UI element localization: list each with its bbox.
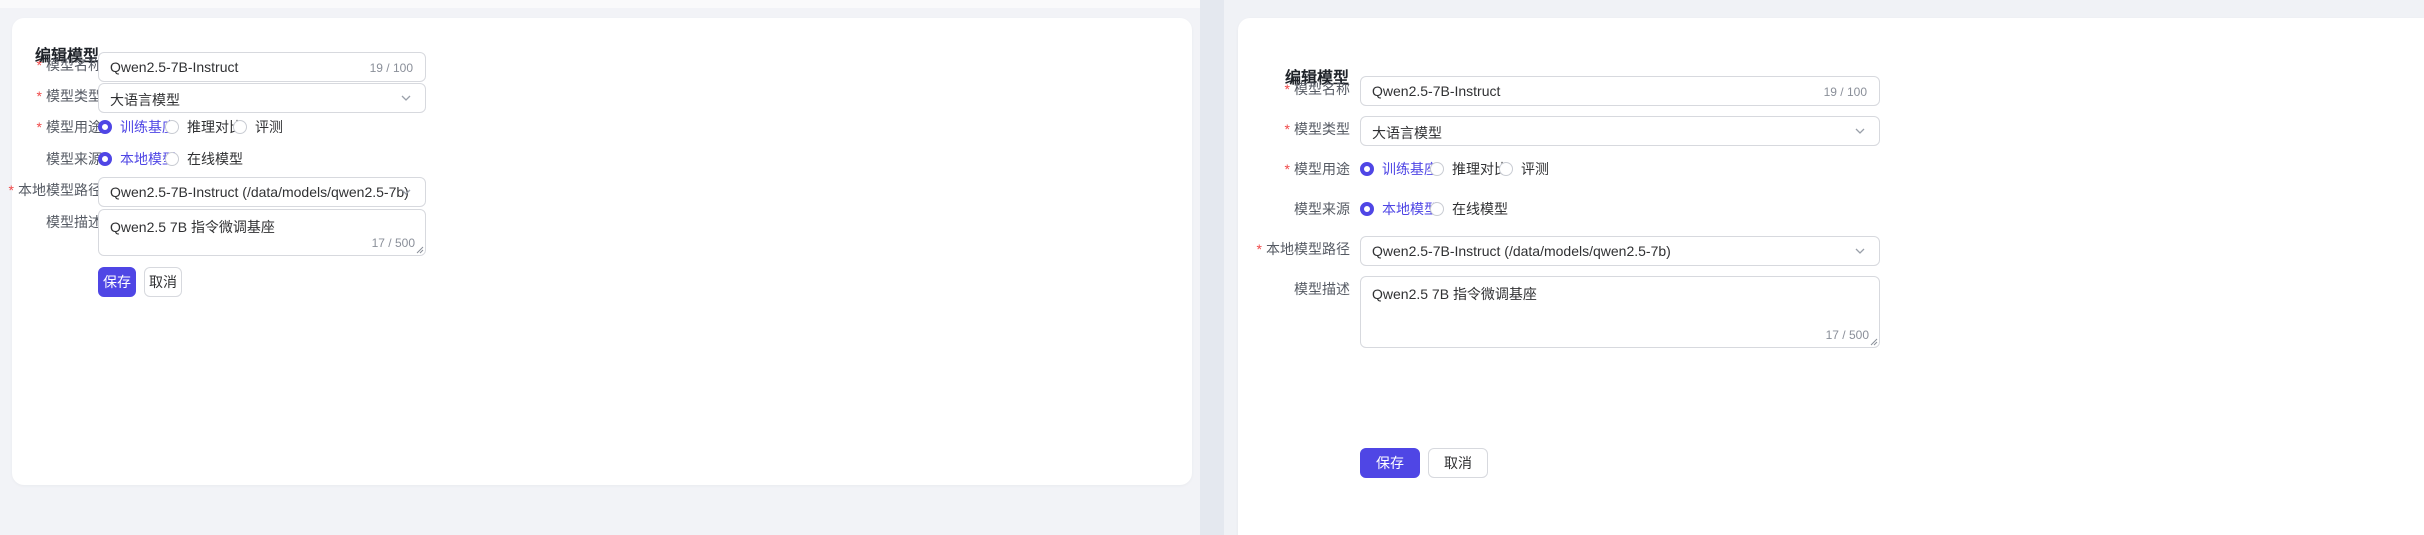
model-name-value: Qwen2.5-7B-Instruct: [110, 59, 239, 75]
model-type-label-text: 模型类型: [1294, 121, 1350, 137]
model-purpose-label: * 模型用途: [1224, 159, 1350, 179]
required-mark: *: [8, 182, 14, 198]
required-mark: *: [36, 88, 42, 104]
chevron-down-icon: [1855, 128, 1865, 134]
cancel-button[interactable]: 取消: [1428, 448, 1488, 478]
model-source-label: 模型来源: [0, 149, 102, 169]
purpose-radio-inference[interactable]: 推理对比: [1430, 159, 1508, 179]
radio-dot-checked: [98, 152, 112, 166]
model-path-label-text: 本地模型路径: [18, 182, 102, 198]
model-path-select[interactable]: Qwen2.5-7B-Instruct (/data/models/qwen2.…: [1360, 236, 1880, 266]
radio-dot-checked: [98, 120, 112, 134]
model-type-value: 大语言模型: [1372, 125, 1442, 141]
purpose-radio-eval[interactable]: 评测: [233, 117, 283, 137]
edit-model-card: 编辑模型 * 模型名称 Qwen2.5-7B-Instruct 19 / 100 …: [9, 18, 1192, 485]
model-desc-value: Qwen2.5 7B 指令微调基座: [110, 219, 275, 235]
radio-dot-checked: [1360, 162, 1374, 176]
model-source-label-text: 模型来源: [46, 151, 102, 167]
radio-dot: [165, 120, 179, 134]
model-name-input[interactable]: Qwen2.5-7B-Instruct 19 / 100: [98, 52, 426, 82]
model-desc-label: 模型描述: [1224, 279, 1350, 299]
required-mark: *: [1284, 121, 1290, 137]
purpose-radio-inference[interactable]: 推理对比: [165, 117, 243, 137]
required-mark: *: [1256, 241, 1262, 257]
purpose-radio-eval[interactable]: 评测: [1499, 159, 1549, 179]
model-name-label: * 模型名称: [0, 55, 102, 75]
model-path-select[interactable]: Qwen2.5-7B-Instruct (/data/models/qwen2.…: [98, 177, 426, 207]
save-button[interactable]: 保存: [98, 267, 136, 297]
source-radio-online[interactable]: 在线模型: [165, 149, 243, 169]
model-desc-label-text: 模型描述: [1294, 281, 1350, 297]
radio-dot: [165, 152, 179, 166]
model-type-select[interactable]: 大语言模型: [98, 83, 426, 113]
radio-dot-checked: [1360, 202, 1374, 216]
model-type-value: 大语言模型: [110, 92, 180, 108]
required-mark: *: [36, 119, 42, 135]
model-name-label-text: 模型名称: [46, 57, 102, 73]
model-name-label-text: 模型名称: [1294, 81, 1350, 97]
model-path-label: * 本地模型路径: [1224, 239, 1350, 259]
model-desc-label-text: 模型描述: [46, 214, 102, 230]
model-purpose-label-text: 模型用途: [1294, 161, 1350, 177]
radio-dot: [1430, 162, 1444, 176]
model-path-value: Qwen2.5-7B-Instruct (/data/models/qwen2.…: [110, 184, 409, 200]
model-name-label: * 模型名称: [1224, 79, 1350, 99]
model-desc-value: Qwen2.5 7B 指令微调基座: [1372, 286, 1537, 302]
model-type-label: * 模型类型: [1224, 119, 1350, 139]
radio-dot: [1430, 202, 1444, 216]
source-radio-online[interactable]: 在线模型: [1430, 199, 1508, 219]
model-source-label: 模型来源: [1224, 199, 1350, 219]
model-path-value: Qwen2.5-7B-Instruct (/data/models/qwen2.…: [1372, 243, 1671, 259]
resize-grip-icon[interactable]: [1870, 338, 1878, 346]
source-option-label: 在线模型: [1452, 201, 1508, 217]
chevron-down-icon: [401, 189, 411, 195]
model-desc-label: 模型描述: [0, 212, 102, 232]
save-button[interactable]: 保存: [1360, 448, 1420, 478]
model-name-input[interactable]: Qwen2.5-7B-Instruct 19 / 100: [1360, 76, 1880, 106]
model-type-label: * 模型类型: [0, 86, 102, 106]
source-radio-local[interactable]: 本地模型: [1360, 199, 1438, 219]
purpose-option-label: 评测: [1521, 161, 1549, 177]
edit-model-card: 编辑模型 * 模型名称 Qwen2.5-7B-Instruct 19 / 100 …: [1238, 18, 2424, 535]
required-mark: *: [36, 57, 42, 73]
model-path-label: * 本地模型路径: [0, 180, 102, 200]
model-desc-count: 17 / 500: [1825, 328, 1869, 342]
model-name-count: 19 / 100: [1823, 85, 1867, 99]
right-panel: 编辑模型 * 模型名称 Qwen2.5-7B-Instruct 19 / 100 …: [1224, 0, 2424, 535]
purpose-option-label: 评测: [255, 119, 283, 135]
model-name-value: Qwen2.5-7B-Instruct: [1372, 83, 1501, 99]
model-source-label-text: 模型来源: [1294, 201, 1350, 217]
chevron-down-icon: [1855, 248, 1865, 254]
left-panel: 编辑模型 * 模型名称 Qwen2.5-7B-Instruct 19 / 100 …: [0, 0, 1200, 535]
required-mark: *: [1284, 81, 1290, 97]
model-purpose-label: * 模型用途: [0, 117, 102, 137]
model-desc-textarea[interactable]: Qwen2.5 7B 指令微调基座 17 / 500: [1360, 276, 1880, 348]
model-desc-count: 17 / 500: [371, 236, 415, 250]
model-type-select[interactable]: 大语言模型: [1360, 116, 1880, 146]
model-type-label-text: 模型类型: [46, 88, 102, 104]
model-path-label-text: 本地模型路径: [1266, 241, 1350, 257]
model-name-count: 19 / 100: [369, 61, 413, 75]
purpose-radio-training[interactable]: 训练基座: [1360, 159, 1438, 179]
chevron-down-icon: [401, 95, 411, 101]
model-desc-textarea[interactable]: Qwen2.5 7B 指令微调基座 17 / 500: [98, 209, 426, 256]
required-mark: *: [1284, 161, 1290, 177]
source-option-label: 在线模型: [187, 151, 243, 167]
pane-divider: [1200, 0, 1224, 535]
radio-dot: [233, 120, 247, 134]
top-strip: [0, 0, 1200, 8]
radio-dot: [1499, 162, 1513, 176]
cancel-button[interactable]: 取消: [144, 267, 182, 297]
model-purpose-label-text: 模型用途: [46, 119, 102, 135]
resize-grip-icon[interactable]: [416, 246, 424, 254]
